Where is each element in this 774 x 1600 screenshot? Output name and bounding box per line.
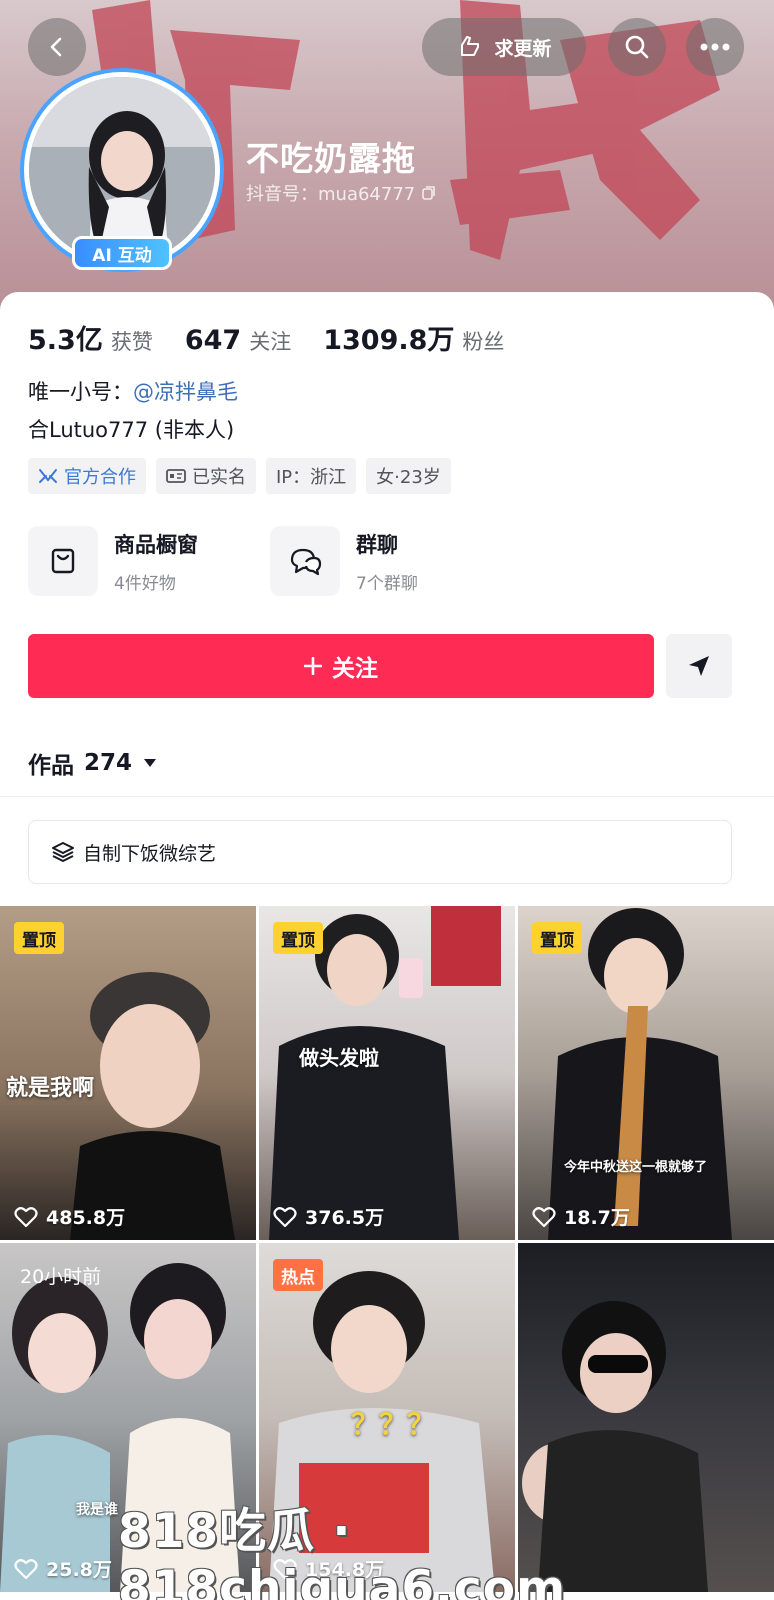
fans-stat[interactable]: 1309.8万 粉丝 [323, 318, 504, 357]
collection-label: 自制下饭微综艺 [83, 842, 217, 865]
likes-count: 5.3亿 [28, 325, 103, 356]
follow-button[interactable]: 关注 [28, 634, 654, 698]
hand-point-icon [461, 36, 480, 56]
shop-window-title: 商品橱窗 [114, 532, 198, 557]
heart-outline-icon [14, 1206, 38, 1227]
plus-icon [304, 657, 322, 675]
pinned-badge: 置顶 [14, 922, 64, 954]
following-stat[interactable]: 647 关注 [185, 325, 291, 356]
share-button[interactable] [666, 634, 732, 698]
video-likes: 25.8万 [14, 1555, 112, 1582]
time-badge: 20小时前 [20, 1265, 102, 1288]
heart-outline-icon [273, 1206, 297, 1227]
douyin-id-text: 抖音号：mua64777 [246, 184, 416, 205]
following-label: 关注 [249, 330, 292, 354]
video-caption: 做头发啦 [299, 1046, 379, 1070]
back-button[interactable] [28, 18, 86, 76]
video-tile[interactable]: 置顶 就是我啊 485.8万 [0, 906, 256, 1240]
works-label: 作品 [28, 753, 74, 779]
chat-bubbles-icon [270, 526, 340, 596]
tag-label: 已实名 [192, 467, 246, 488]
video-tile[interactable]: 置顶 今年中秋送这一根就够了 18.7万 [518, 906, 774, 1240]
follow-label: 关注 [332, 656, 378, 682]
divider [0, 796, 774, 797]
tag-official-cooperation[interactable]: 官方合作 [28, 458, 146, 494]
collection-entry[interactable]: 自制下饭微综艺 [28, 820, 732, 884]
layers-icon [52, 842, 74, 862]
works-count: 274 [84, 750, 133, 776]
video-caption: ？？？ [351, 1408, 436, 1441]
thumbnail-figure [269, 906, 501, 1240]
shop-window-entry[interactable]: 商品橱窗 4件好物 [28, 526, 198, 596]
bio-alt-prefix: 唯一小号： [28, 380, 133, 404]
tab-works[interactable]: 作品 274 [28, 746, 158, 780]
watermark: 818吃瓜 · 818chigua6.com [118, 1504, 567, 1600]
following-count: 647 [184, 325, 242, 356]
request-update-button[interactable]: 求更新 [422, 18, 586, 76]
video-tile[interactable]: 置顶 做头发啦 376.5万 [259, 906, 515, 1240]
video-likes: 485.8万 [14, 1203, 125, 1230]
more-button[interactable] [686, 18, 744, 76]
video-likes: 18.7万 [532, 1203, 630, 1230]
profile-card: 5.3亿 获赞 647 关注 1309.8万 粉丝 唯一小号：@凉拌鼻毛 合Lu… [0, 292, 774, 1600]
likes-stat[interactable]: 5.3亿 获赞 [28, 318, 153, 357]
search-button[interactable] [608, 18, 666, 76]
profile-nickname: 不吃奶露拖 [246, 139, 416, 178]
tag-ip-location: IP：浙江 [266, 458, 357, 494]
group-chat-entry[interactable]: 群聊 7个群聊 [270, 526, 418, 596]
video-caption: 今年中秋送这一根就够了 [564, 1160, 708, 1175]
likes-count: 25.8万 [46, 1559, 112, 1581]
fans-count: 1309.8万 [323, 325, 455, 356]
official-cooperation-icon [39, 469, 57, 483]
tag-label: 女·23岁 [376, 467, 441, 488]
bio-text: 合Lutuo777 (非本人) [28, 418, 235, 442]
send-icon [689, 656, 709, 676]
heart-outline-icon [532, 1206, 556, 1227]
tag-label: IP：浙江 [276, 467, 347, 488]
tag-gender-age: 女·23岁 [366, 458, 451, 494]
likes-label: 获赞 [110, 330, 153, 354]
alt-account-link[interactable]: @凉拌鼻毛 [133, 380, 238, 404]
thumbnail-figure [548, 908, 732, 1240]
group-chat-count: 7个群聊 [356, 573, 418, 594]
douyin-id[interactable]: 抖音号：mua64777 [246, 180, 437, 206]
pinned-badge: 置顶 [532, 922, 582, 954]
bio-alt-account: 唯一小号：@凉拌鼻毛 [28, 376, 238, 406]
chevron-left-icon [50, 37, 62, 57]
likes-count: 485.8万 [46, 1207, 126, 1229]
profile-stats: 5.3亿 获赞 647 关注 1309.8万 粉丝 [28, 318, 504, 357]
hot-badge: 热点 [273, 1259, 323, 1291]
likes-count: 376.5万 [305, 1207, 385, 1229]
tag-label: 官方合作 [64, 467, 136, 488]
shopping-bag-icon [28, 526, 98, 596]
id-card-icon [166, 469, 186, 483]
profile-tags: 官方合作 已实名 IP：浙江 女·23岁 [28, 458, 451, 494]
video-caption: 就是我啊 [6, 1076, 95, 1101]
video-caption: 我是谁 [76, 1502, 118, 1518]
video-likes: 376.5万 [273, 1203, 384, 1230]
pinned-badge: 置顶 [273, 922, 323, 954]
profile-banner: 求更新 AI 互动 不吃奶露拖 抖音号：mua64777 [0, 0, 774, 320]
caret-down-icon [144, 759, 157, 767]
copy-icon[interactable] [421, 185, 437, 201]
heart-outline-icon [14, 1558, 38, 1579]
likes-count: 18.7万 [564, 1207, 630, 1229]
more-dots-icon [700, 43, 730, 51]
ai-interaction-badge[interactable]: AI 互动 [72, 236, 172, 270]
fans-label: 粉丝 [462, 330, 505, 354]
shop-window-count: 4件好物 [114, 573, 176, 594]
request-update-label: 求更新 [494, 37, 552, 60]
tag-verified[interactable]: 已实名 [156, 458, 256, 494]
group-chat-title: 群聊 [356, 532, 398, 557]
search-icon [625, 35, 649, 59]
